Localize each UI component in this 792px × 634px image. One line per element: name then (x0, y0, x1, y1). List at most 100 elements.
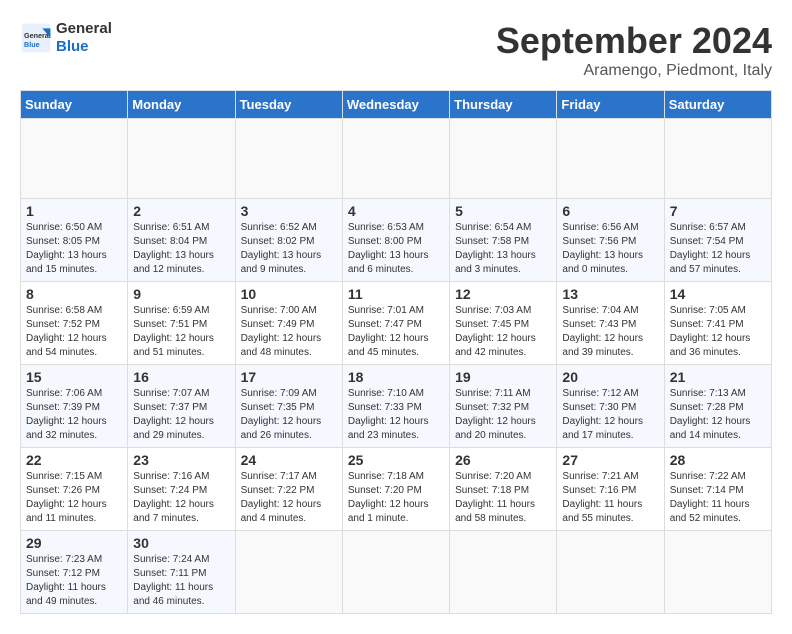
day-info: Daylight: 12 hours (562, 415, 658, 429)
day-info: Sunrise: 7:07 AM (133, 387, 229, 401)
day-info: Sunrise: 6:59 AM (133, 304, 229, 318)
day-info: Sunrise: 7:00 AM (241, 304, 337, 318)
calendar-cell: 15Sunrise: 7:06 AMSunset: 7:39 PMDayligh… (21, 365, 128, 448)
calendar-cell: 16Sunrise: 7:07 AMSunset: 7:37 PMDayligh… (128, 365, 235, 448)
calendar-cell: 20Sunrise: 7:12 AMSunset: 7:30 PMDayligh… (557, 365, 664, 448)
day-info: Sunrise: 7:21 AM (562, 470, 658, 484)
day-info: Sunset: 7:49 PM (241, 318, 337, 332)
day-info: Daylight: 11 hours (670, 498, 766, 512)
day-info: Sunset: 7:22 PM (241, 484, 337, 498)
logo: General Blue General Blue (20, 20, 112, 56)
day-info: Sunrise: 6:57 AM (670, 221, 766, 235)
calendar-cell: 11Sunrise: 7:01 AMSunset: 7:47 PMDayligh… (342, 282, 449, 365)
calendar-cell: 14Sunrise: 7:05 AMSunset: 7:41 PMDayligh… (664, 282, 771, 365)
day-info: Daylight: 12 hours (670, 415, 766, 429)
day-info: and 39 minutes. (562, 346, 658, 360)
day-info: Sunset: 7:56 PM (562, 235, 658, 249)
day-info: Sunrise: 7:05 AM (670, 304, 766, 318)
day-info: Sunrise: 7:20 AM (455, 470, 551, 484)
day-info: Daylight: 12 hours (26, 498, 122, 512)
day-info: Sunset: 7:12 PM (26, 567, 122, 581)
day-info: Sunset: 7:39 PM (26, 401, 122, 415)
day-info: Sunset: 7:52 PM (26, 318, 122, 332)
day-number: 2 (133, 203, 229, 219)
calendar-cell: 2Sunrise: 6:51 AMSunset: 8:04 PMDaylight… (128, 199, 235, 282)
day-number: 11 (348, 286, 444, 302)
day-number: 1 (26, 203, 122, 219)
calendar-cell (664, 531, 771, 614)
day-info: Sunset: 7:43 PM (562, 318, 658, 332)
day-info: and 51 minutes. (133, 346, 229, 360)
calendar-cell: 18Sunrise: 7:10 AMSunset: 7:33 PMDayligh… (342, 365, 449, 448)
day-info: and 6 minutes. (348, 263, 444, 277)
day-info: Daylight: 12 hours (562, 332, 658, 346)
day-info: and 14 minutes. (670, 429, 766, 443)
calendar-cell: 24Sunrise: 7:17 AMSunset: 7:22 PMDayligh… (235, 448, 342, 531)
calendar-cell: 23Sunrise: 7:16 AMSunset: 7:24 PMDayligh… (128, 448, 235, 531)
col-header-thursday: Thursday (450, 91, 557, 119)
calendar-cell: 29Sunrise: 7:23 AMSunset: 7:12 PMDayligh… (21, 531, 128, 614)
day-info: Sunrise: 7:01 AM (348, 304, 444, 318)
calendar-cell (342, 119, 449, 199)
day-number: 27 (562, 452, 658, 468)
day-info: Daylight: 13 hours (455, 249, 551, 263)
day-info: Sunset: 7:30 PM (562, 401, 658, 415)
calendar-table: SundayMondayTuesdayWednesdayThursdayFrid… (20, 90, 772, 614)
day-info: Daylight: 13 hours (348, 249, 444, 263)
calendar-cell: 22Sunrise: 7:15 AMSunset: 7:26 PMDayligh… (21, 448, 128, 531)
day-info: and 36 minutes. (670, 346, 766, 360)
day-info: Sunset: 7:14 PM (670, 484, 766, 498)
logo-general: General (56, 20, 112, 38)
day-info: Daylight: 11 hours (26, 581, 122, 595)
day-info: and 54 minutes. (26, 346, 122, 360)
month-title: September 2024 (496, 20, 772, 62)
day-info: and 7 minutes. (133, 512, 229, 526)
day-info: and 26 minutes. (241, 429, 337, 443)
calendar-cell (342, 531, 449, 614)
day-info: Sunrise: 6:52 AM (241, 221, 337, 235)
day-info: Sunrise: 7:09 AM (241, 387, 337, 401)
day-info: and 11 minutes. (26, 512, 122, 526)
day-info: Sunset: 7:33 PM (348, 401, 444, 415)
day-info: Daylight: 12 hours (26, 332, 122, 346)
day-number: 12 (455, 286, 551, 302)
day-info: and 42 minutes. (455, 346, 551, 360)
calendar-cell: 13Sunrise: 7:04 AMSunset: 7:43 PMDayligh… (557, 282, 664, 365)
day-info: Sunrise: 6:51 AM (133, 221, 229, 235)
day-number: 26 (455, 452, 551, 468)
day-info: and 55 minutes. (562, 512, 658, 526)
calendar-cell: 10Sunrise: 7:00 AMSunset: 7:49 PMDayligh… (235, 282, 342, 365)
calendar-cell: 9Sunrise: 6:59 AMSunset: 7:51 PMDaylight… (128, 282, 235, 365)
calendar-cell: 3Sunrise: 6:52 AMSunset: 8:02 PMDaylight… (235, 199, 342, 282)
location: Aramengo, Piedmont, Italy (496, 62, 772, 80)
day-info: Sunset: 7:35 PM (241, 401, 337, 415)
logo-blue: Blue (56, 38, 112, 56)
day-number: 8 (26, 286, 122, 302)
day-info: Sunrise: 7:18 AM (348, 470, 444, 484)
calendar-cell: 27Sunrise: 7:21 AMSunset: 7:16 PMDayligh… (557, 448, 664, 531)
day-info: Daylight: 13 hours (562, 249, 658, 263)
col-header-saturday: Saturday (664, 91, 771, 119)
day-info: Daylight: 12 hours (670, 332, 766, 346)
day-number: 9 (133, 286, 229, 302)
day-info: Sunset: 7:58 PM (455, 235, 551, 249)
day-info: and 29 minutes. (133, 429, 229, 443)
day-info: Sunset: 7:20 PM (348, 484, 444, 498)
day-info: and 1 minute. (348, 512, 444, 526)
day-info: and 49 minutes. (26, 595, 122, 609)
day-info: Sunset: 7:51 PM (133, 318, 229, 332)
day-info: Sunrise: 6:54 AM (455, 221, 551, 235)
logo-icon: General Blue (20, 22, 52, 54)
day-info: Sunrise: 7:23 AM (26, 553, 122, 567)
day-info: Daylight: 11 hours (562, 498, 658, 512)
col-header-wednesday: Wednesday (342, 91, 449, 119)
day-info: Daylight: 12 hours (348, 498, 444, 512)
calendar-cell: 6Sunrise: 6:56 AMSunset: 7:56 PMDaylight… (557, 199, 664, 282)
day-info: Daylight: 12 hours (133, 415, 229, 429)
day-number: 13 (562, 286, 658, 302)
calendar-cell: 26Sunrise: 7:20 AMSunset: 7:18 PMDayligh… (450, 448, 557, 531)
day-number: 5 (455, 203, 551, 219)
calendar-cell: 7Sunrise: 6:57 AMSunset: 7:54 PMDaylight… (664, 199, 771, 282)
day-number: 6 (562, 203, 658, 219)
day-info: Daylight: 13 hours (133, 249, 229, 263)
